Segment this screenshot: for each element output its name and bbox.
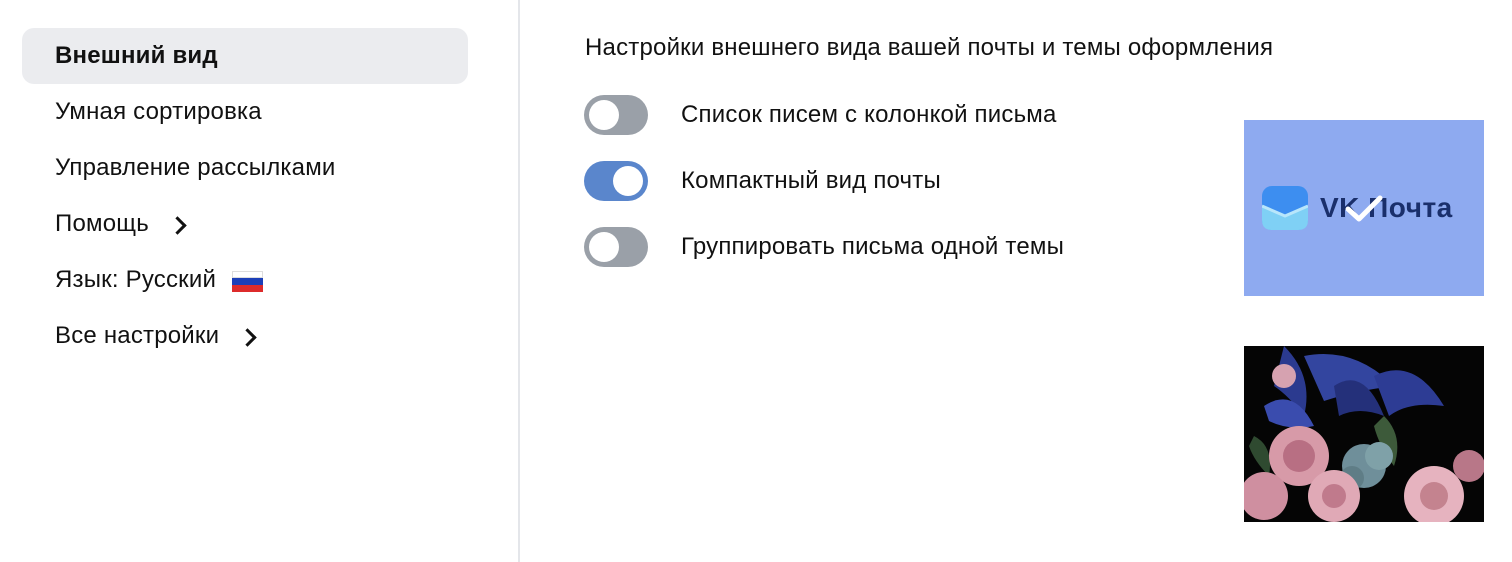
chevron-right-icon xyxy=(238,327,257,347)
sidebar-item-language[interactable]: Язык: Русский xyxy=(22,252,468,308)
setting-label: Группировать письма одной темы xyxy=(681,233,1065,260)
setting-row-letter-list-column: Список писем с колонкой письма xyxy=(584,94,1057,136)
sidebar-item-all-settings[interactable]: Все настройки xyxy=(22,308,468,364)
toggle-knob xyxy=(589,100,619,130)
chevron-right-icon xyxy=(168,215,187,235)
sidebar-item-help[interactable]: Помощь xyxy=(22,196,468,252)
sidebar-item-label: Умная сортировка xyxy=(55,98,262,125)
setting-label: Компактный вид почты xyxy=(681,167,941,194)
theme-dark-floral[interactable] xyxy=(1244,346,1484,522)
setting-label: Список писем с колонкой письма xyxy=(681,101,1057,128)
setting-row-compact-view: Компактный вид почты xyxy=(584,160,941,202)
sidebar-item-mailing-management[interactable]: Управление рассылками xyxy=(22,140,468,196)
vk-mail-logo-text: VK Почта xyxy=(1320,192,1453,223)
sidebar-divider xyxy=(518,0,520,562)
russian-flag-icon xyxy=(232,270,264,292)
sidebar-item-label: Все настройки xyxy=(55,322,220,349)
settings-page: Внешний вид Умная сортировка Управление … xyxy=(0,0,1512,562)
checkmark-icon xyxy=(1345,195,1383,222)
toggle-compact-view[interactable] xyxy=(584,161,648,201)
toggle-knob xyxy=(613,166,643,196)
toggle-letter-list-column[interactable] xyxy=(584,95,648,135)
settings-sidebar: Внешний вид Умная сортировка Управление … xyxy=(0,0,518,562)
floral-artwork-icon xyxy=(1244,346,1484,522)
vk-mail-logo-icon xyxy=(1262,186,1308,230)
sidebar-item-label: Помощь xyxy=(55,210,149,237)
sidebar-item-smart-sorting[interactable]: Умная сортировка xyxy=(22,84,468,140)
sidebar-item-label: Язык: Русский xyxy=(55,266,217,293)
sidebar-item-label: Внешний вид xyxy=(55,42,218,69)
toggle-group-threads[interactable] xyxy=(584,227,648,267)
theme-vk-mail[interactable]: VK Почта xyxy=(1244,120,1484,296)
sidebar-item-appearance[interactable]: Внешний вид xyxy=(22,28,468,84)
setting-row-group-threads: Группировать письма одной темы xyxy=(584,226,1064,268)
sidebar-item-label: Управление рассылками xyxy=(55,154,336,181)
page-heading: Настройки внешнего вида вашей почты и те… xyxy=(585,34,1274,61)
toggle-knob xyxy=(589,232,619,262)
